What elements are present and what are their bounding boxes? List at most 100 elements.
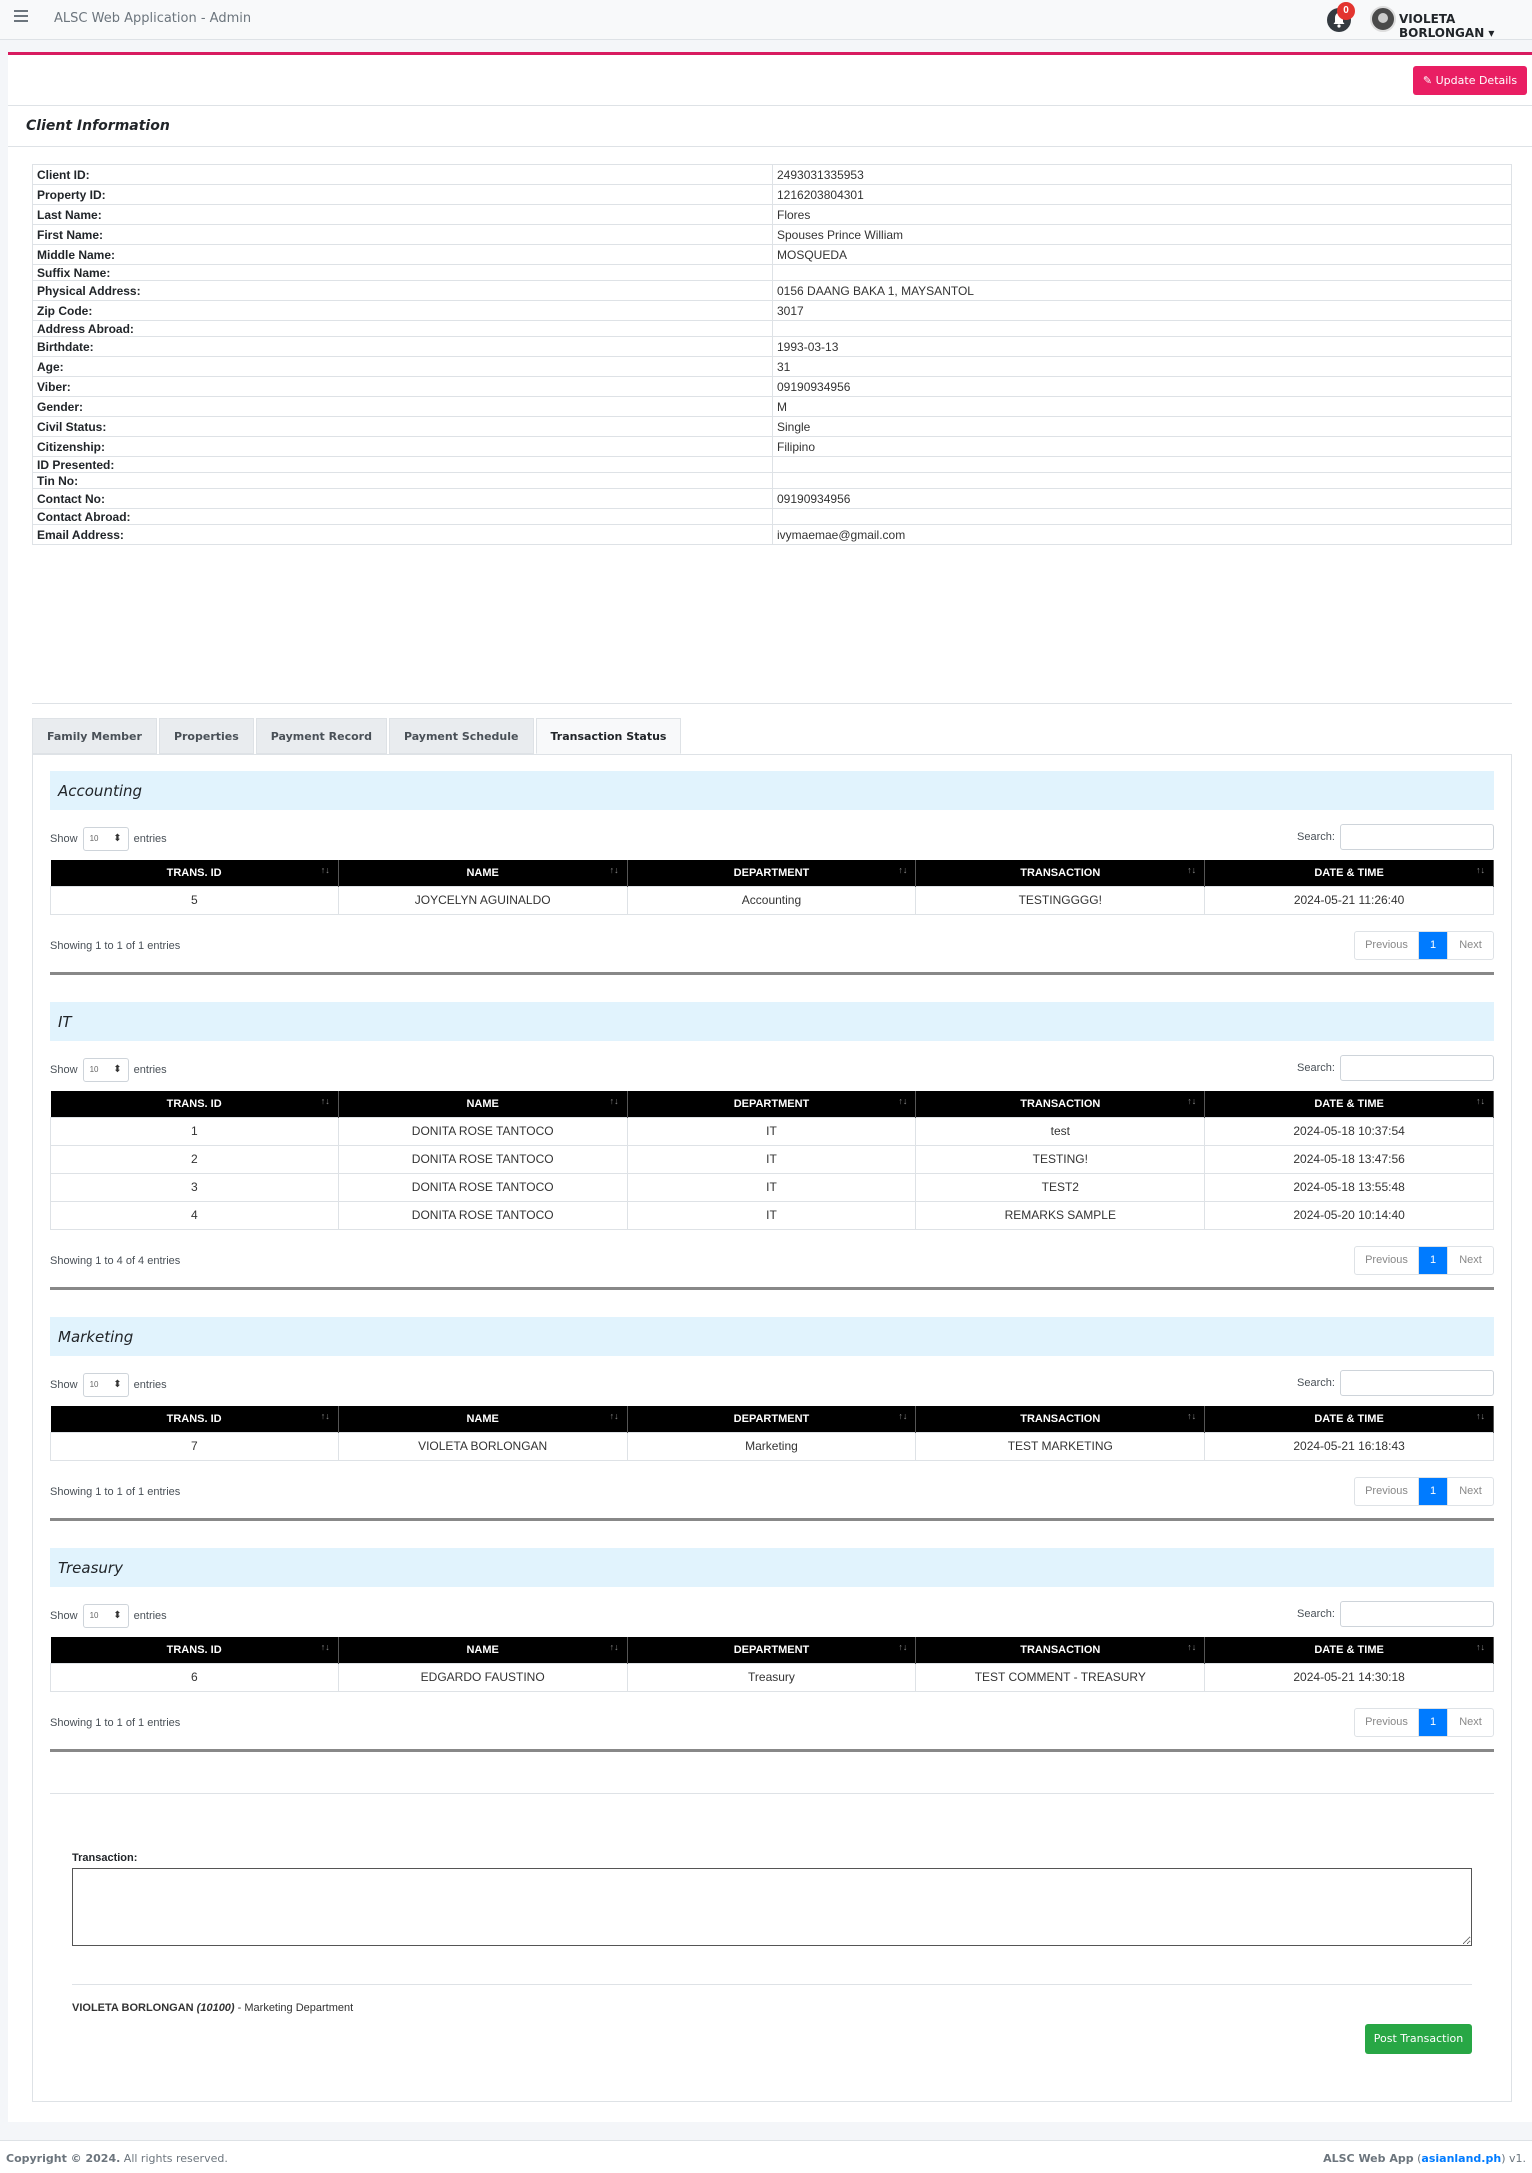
previous-page-button[interactable]: Previous [1355,1247,1419,1274]
user-avatar[interactable] [1370,6,1396,32]
column-header-transaction[interactable]: TRANSACTION [915,1637,1206,1663]
client-info-value: 1993-03-13 [772,336,1512,357]
search-input[interactable] [1340,824,1494,850]
entries-select[interactable]: 10 [82,1058,129,1082]
column-header-department[interactable]: DEPARTMENT [627,860,917,886]
client-info-row: Civil Status: Single [32,416,1512,437]
column-header-name[interactable]: NAME [338,1637,628,1663]
column-header-department[interactable]: DEPARTMENT [627,1406,917,1432]
entries-select[interactable]: 10 [82,1373,129,1397]
transactions-table: TRANS. IDNAMEDEPARTMENTTRANSACTIONDATE &… [50,1091,1494,1230]
table-row: 1 DONITA ROSE TANTOCO IT test 2024-05-18 10:… [50,1116,1494,1146]
pagination: Previous 1 Next [1354,1708,1494,1737]
client-info-row: Address Abroad: [32,320,1512,337]
top-navbar: ALSC Web Application - Admin 0 VIOLETA B… [0,0,1532,40]
client-info-row: Zip Code: 3017 [32,300,1512,321]
previous-page-button[interactable]: Previous [1355,1709,1419,1736]
column-header-department[interactable]: DEPARTMENT [627,1637,917,1663]
tab-transaction-status[interactable]: Transaction Status [535,718,682,754]
department-title: Treasury [58,1559,123,1577]
column-header-trans-id[interactable]: TRANS. ID [50,860,339,886]
table-row: 5 JOYCELYN AGUINALDO Accounting TESTINGGGG!… [50,885,1494,915]
footer-version: v1. [1508,2152,1526,2165]
next-page-button[interactable]: Next [1447,1478,1493,1505]
entries-select[interactable]: 10 [82,827,129,851]
table-header-row: TRANS. IDNAMEDEPARTMENTTRANSACTIONDATE &… [50,1637,1494,1663]
tab-family-member[interactable]: Family Member [32,718,157,754]
column-header-name[interactable]: NAME [338,1091,628,1117]
pagination: Previous 1 Next [1354,931,1494,960]
client-info-label: Email Address: [32,524,773,545]
section-divider [50,1749,1494,1752]
column-header-department[interactable]: DEPARTMENT [627,1091,917,1117]
column-header-transaction[interactable]: TRANSACTION [915,1406,1206,1432]
page-1-button[interactable]: 1 [1419,1709,1447,1736]
page-1-button[interactable]: 1 [1419,1247,1447,1274]
search-label: Search: [1297,1377,1335,1389]
show-label: Show [50,1609,78,1622]
app-title: ALSC Web Application - Admin [54,11,252,26]
column-header-name[interactable]: NAME [338,860,628,886]
table-cell: DONITA ROSE TANTOCO [337,1200,628,1230]
search-input[interactable] [1340,1370,1494,1396]
client-info-row: Contact Abroad: [32,508,1512,525]
column-header-date-time[interactable]: DATE & TIME [1204,860,1494,886]
previous-page-button[interactable]: Previous [1355,932,1419,959]
table-cell: 7 [50,1431,339,1461]
footer-link[interactable]: asianland.ph [1421,2152,1501,2165]
client-info-label: Middle Name: [32,244,773,265]
tab-payment-schedule[interactable]: Payment Schedule [388,718,534,754]
department-section-accounting: Accounting Show 10 entries Search: TRANS. I… [50,771,1494,984]
entries-select[interactable]: 10 [82,1604,129,1628]
user-menu-dropdown[interactable]: VIOLETA BORLONGAN ▾ [1399,12,1532,40]
column-header-trans-id[interactable]: TRANS. ID [50,1406,339,1432]
table-cell: IT [626,1172,917,1202]
update-details-button[interactable]: ✎ Update Details [1413,66,1527,95]
client-information-title: Client Information [26,118,170,134]
column-header-transaction[interactable]: TRANSACTION [915,1091,1206,1117]
edit-icon: ✎ [1422,74,1433,87]
transaction-field-label: Transaction: [72,1852,138,1864]
table-cell: DONITA ROSE TANTOCO [337,1172,628,1202]
transaction-textarea[interactable] [72,1868,1472,1946]
poster-id: (10100) [196,2002,235,2014]
column-header-transaction[interactable]: TRANSACTION [915,860,1206,886]
table-info: Showing 1 to 1 of 1 entries [50,1717,181,1729]
client-info-value: Single [772,416,1512,437]
column-header-date-time[interactable]: DATE & TIME [1204,1406,1494,1432]
client-info-value: 09190934956 [772,488,1512,509]
post-transaction-button[interactable]: Post Transaction [1365,2024,1472,2054]
column-header-trans-id[interactable]: TRANS. ID [50,1637,339,1663]
show-label: Show [50,1063,78,1076]
client-info-label: Viber: [32,376,773,397]
next-page-button[interactable]: Next [1447,932,1493,959]
search-input[interactable] [1340,1055,1494,1081]
tab-payment-record[interactable]: Payment Record [255,718,387,754]
next-page-button[interactable]: Next [1447,1709,1493,1736]
client-info-value: M [772,396,1512,417]
column-header-trans-id[interactable]: TRANS. ID [50,1091,339,1117]
column-header-date-time[interactable]: DATE & TIME [1204,1091,1494,1117]
page-1-button[interactable]: 1 [1419,932,1447,959]
section-divider [50,1518,1494,1521]
department-title: Marketing [58,1328,134,1346]
department-section-it: IT Show 10 entries Search: TRANS. IDNAMEDEP… [50,1002,1494,1299]
divider [50,1793,1494,1794]
entries-label: entries [133,1609,167,1622]
page-1-button[interactable]: 1 [1419,1478,1447,1505]
tab-properties[interactable]: Properties [158,718,254,754]
table-cell: VIOLETA BORLONGAN [337,1431,628,1461]
table-header-row: TRANS. IDNAMEDEPARTMENTTRANSACTIONDATE &… [50,1406,1494,1432]
next-page-button[interactable]: Next [1447,1247,1493,1274]
column-header-name[interactable]: NAME [338,1406,628,1432]
transactions-table: TRANS. IDNAMEDEPARTMENTTRANSACTIONDATE &… [50,1637,1494,1692]
client-info-value: 1216203804301 [772,184,1512,205]
table-cell: IT [626,1200,917,1230]
column-header-date-time[interactable]: DATE & TIME [1204,1637,1494,1663]
department-header: Accounting [50,771,1494,810]
menu-toggle-icon[interactable] [14,10,28,24]
search-label: Search: [1297,1062,1335,1074]
previous-page-button[interactable]: Previous [1355,1478,1419,1505]
client-info-label: Gender: [32,396,773,417]
search-input[interactable] [1340,1601,1494,1627]
